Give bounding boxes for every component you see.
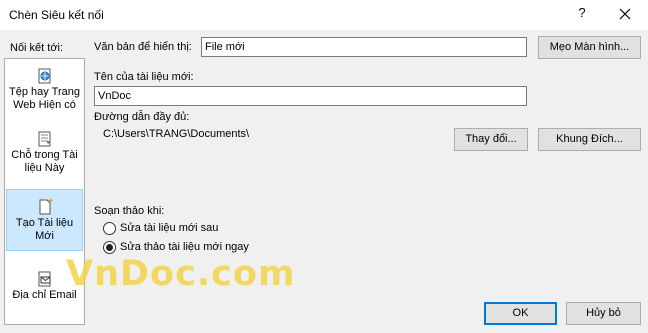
display-text-input[interactable] — [201, 37, 527, 57]
when-to-edit-label: Soạn thảo khi: — [94, 205, 165, 217]
screentip-button[interactable]: Mẹo Màn hình... — [538, 36, 641, 59]
web-page-icon — [38, 68, 50, 84]
new-doc-name-label: Tên của tài liệu mới: — [94, 71, 194, 83]
new-doc-name-input[interactable] — [94, 86, 527, 106]
edit-now-label: Sửa thảo tài liệu mới ngay — [120, 241, 249, 253]
sidebar-item-label: Tệp hay Trang Web Hiện có — [9, 86, 80, 111]
sidebar-item-create-new[interactable]: Tạo Tài liệu Mới — [6, 189, 83, 251]
help-button[interactable]: ? — [574, 5, 590, 23]
sidebar-item-existing-file[interactable]: Tệp hay Trang Web Hiện có — [6, 68, 83, 124]
cancel-button[interactable]: Hủy bỏ — [566, 302, 641, 325]
full-path-label: Đường dẫn đầy đủ: — [94, 111, 190, 123]
watermark: VnDoc.com — [66, 254, 296, 294]
sidebar-item-place-in-doc[interactable]: Chỗ trong Tài liệu Này — [6, 131, 83, 183]
edit-later-radio[interactable] — [103, 222, 116, 235]
change-button[interactable]: Thay đổi... — [454, 128, 528, 151]
sidebar-item-label: Chỗ trong Tài liệu Này — [11, 149, 78, 174]
target-frame-button[interactable]: Khung Đích... — [538, 128, 641, 151]
title-bar: Chèn Siêu kết nối ? — [0, 0, 648, 30]
edit-later-radio-row[interactable]: Sửa tài liệu mới sau — [103, 221, 253, 237]
edit-later-label: Sửa tài liệu mới sau — [120, 222, 219, 234]
dialog-title: Chèn Siêu kết nối — [9, 8, 104, 22]
sidebar-item-label: Tạo Tài liệu Mới — [15, 217, 74, 242]
display-text-label: Văn bản để hiển thị: — [94, 41, 192, 53]
link-to-label: Nối kết tới: — [10, 42, 64, 54]
ok-button[interactable]: OK — [484, 302, 557, 325]
email-icon — [38, 271, 50, 287]
edit-now-radio[interactable] — [103, 241, 116, 254]
full-path-value: C:\Users\TRANG\Documents\ — [103, 128, 250, 140]
close-button[interactable] — [614, 3, 636, 25]
new-document-icon — [39, 199, 52, 215]
close-icon — [619, 8, 631, 20]
bookmark-place-icon — [38, 131, 50, 147]
